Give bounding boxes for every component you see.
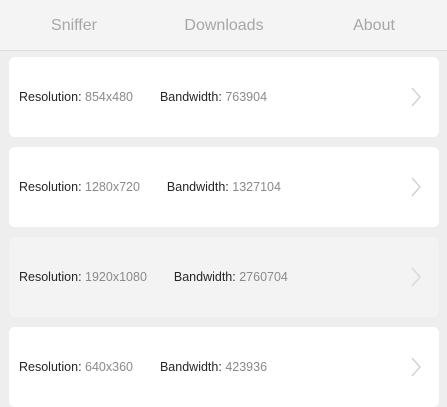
chevron-right-icon [411, 267, 421, 287]
bandwidth-label: Bandwidth: [173, 270, 236, 284]
stream-item[interactable]: Resolution: 854x480 Bandwidth: 763904 [9, 57, 439, 137]
stream-info: Resolution: 1280x720 Bandwidth: 1327104 [19, 147, 281, 227]
stream-list: Resolution: 854x480 Bandwidth: 763904 Re… [0, 51, 447, 407]
resolution-label: Resolution: [19, 180, 82, 194]
stream-item[interactable]: Resolution: 1280x720 Bandwidth: 1327104 [9, 147, 439, 227]
bandwidth-label: Bandwidth: [166, 180, 229, 194]
chevron-right-icon [411, 357, 421, 377]
resolution-label: Resolution: [19, 90, 82, 104]
tab-sniffer[interactable]: Sniffer [4, 0, 144, 50]
bandwidth-value: 423936 [225, 360, 268, 374]
resolution-value: 854x480 [85, 90, 133, 104]
stream-info: Resolution: 1920x1080 Bandwidth: 2760704 [19, 237, 288, 317]
tab-bar: Sniffer Downloads About [0, 0, 447, 51]
bandwidth-value: 1327104 [232, 180, 281, 194]
tab-downloads[interactable]: Downloads [154, 0, 294, 50]
bandwidth-value: 763904 [225, 90, 268, 104]
stream-item[interactable]: Resolution: 640x360 Bandwidth: 423936 [9, 327, 439, 407]
bandwidth-value: 2760704 [239, 270, 288, 284]
stream-item[interactable]: Resolution: 1920x1080 Bandwidth: 2760704 [9, 237, 439, 317]
bandwidth-label: Bandwidth: [159, 90, 222, 104]
chevron-right-icon [411, 87, 421, 107]
stream-info: Resolution: 640x360 Bandwidth: 423936 [19, 327, 267, 407]
chevron-right-icon [411, 177, 421, 197]
resolution-value: 640x360 [85, 360, 133, 374]
stream-info: Resolution: 854x480 Bandwidth: 763904 [19, 57, 267, 137]
resolution-value: 1920x1080 [85, 270, 147, 284]
tab-about[interactable]: About [304, 0, 444, 50]
resolution-value: 1280x720 [85, 180, 140, 194]
resolution-label: Resolution: [19, 360, 82, 374]
bandwidth-label: Bandwidth: [159, 360, 222, 374]
resolution-label: Resolution: [19, 270, 82, 284]
